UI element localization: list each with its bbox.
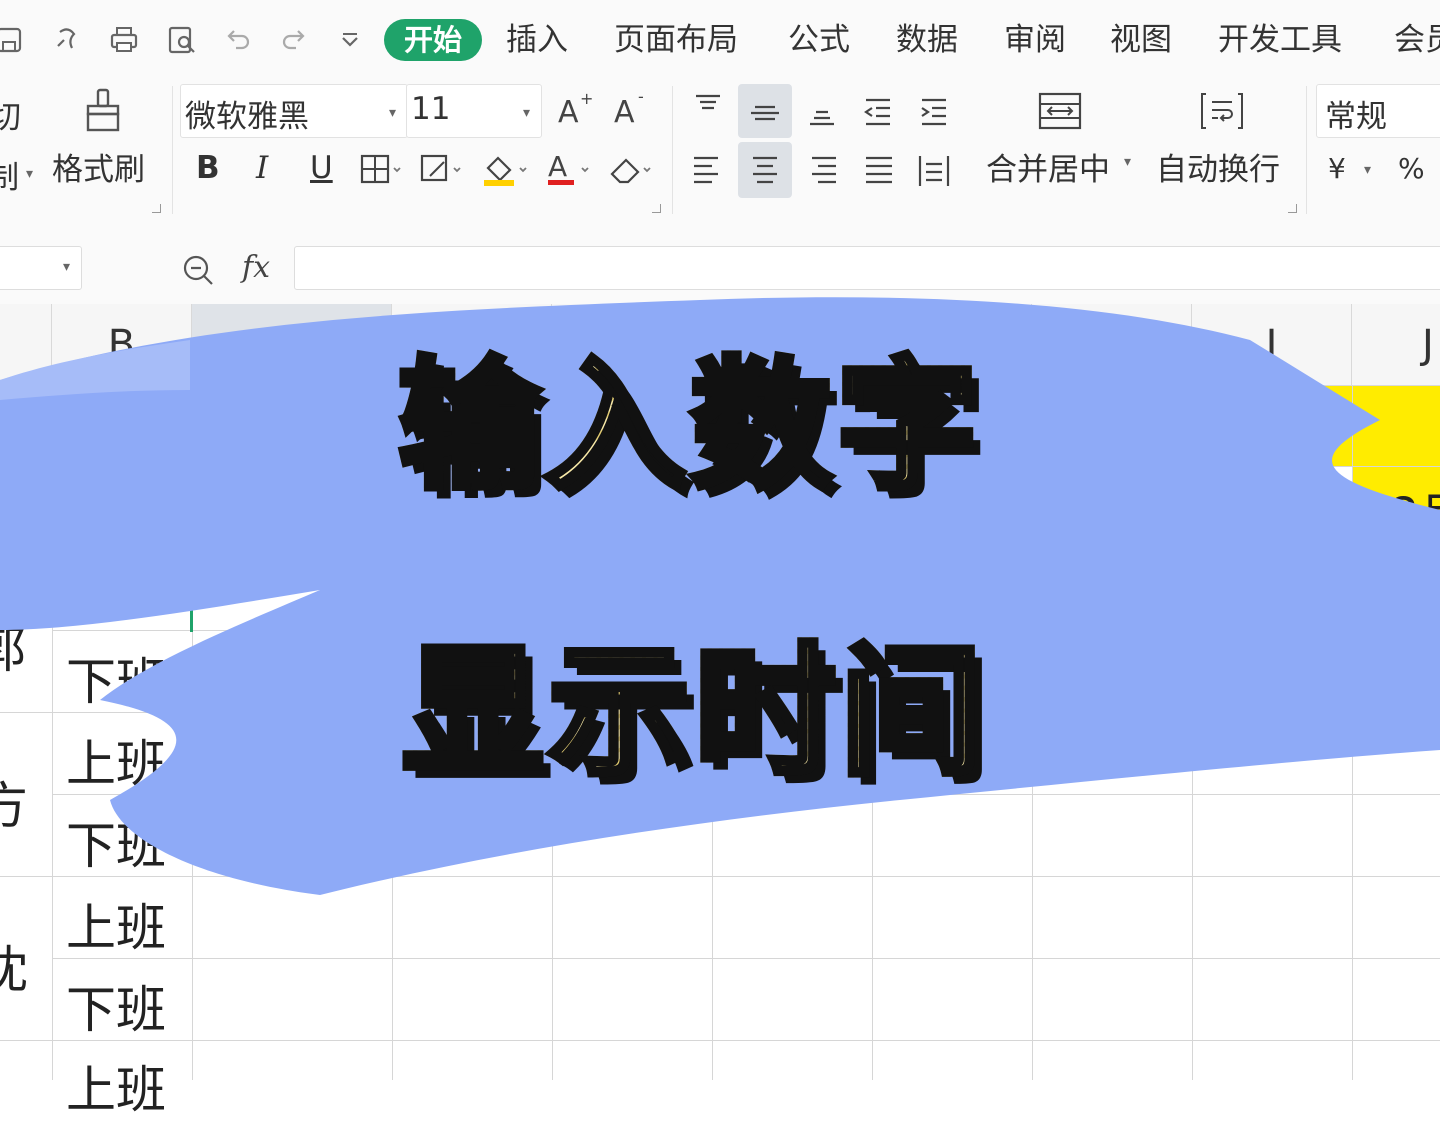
svg-text:A: A bbox=[558, 95, 579, 130]
overlay-title-line-2: 显示时间 bbox=[399, 596, 986, 802]
svg-text:-: - bbox=[638, 87, 644, 106]
undo-icon[interactable] bbox=[220, 22, 256, 58]
increase-indent-icon[interactable] bbox=[910, 86, 958, 134]
align-left-icon[interactable] bbox=[684, 146, 732, 194]
font-size-select[interactable]: 11 ▾ bbox=[406, 84, 542, 138]
group-separator bbox=[672, 86, 673, 214]
grid-line bbox=[52, 958, 1440, 959]
font-color-icon[interactable]: A bbox=[544, 146, 592, 194]
grid-line bbox=[0, 1040, 1440, 1041]
font-dialog-launcher[interactable] bbox=[652, 204, 661, 213]
svg-text:A: A bbox=[548, 150, 567, 183]
align-right-icon[interactable] bbox=[798, 146, 846, 194]
bold-button[interactable]: B bbox=[196, 150, 220, 186]
cut-button[interactable]: 切 bbox=[0, 92, 20, 137]
tab-review[interactable]: 审阅 bbox=[1004, 18, 1066, 62]
chevron-down-icon: ▾ bbox=[389, 105, 397, 121]
distributed-align-icon[interactable] bbox=[910, 146, 958, 194]
tab-page-layout[interactable]: 页面布局 bbox=[614, 18, 738, 62]
format-painter-button[interactable]: 格式刷 bbox=[52, 144, 145, 189]
customize-dropdown-icon[interactable] bbox=[332, 22, 368, 58]
increase-font-size-icon[interactable]: A + bbox=[550, 86, 598, 134]
ribbon: 切 制 ▾ 格式刷 微软雅黑 ▾ 11 ▾ A + A- B I U A 合并居… bbox=[0, 80, 1440, 223]
clear-format-icon[interactable] bbox=[606, 146, 654, 194]
number-format-select[interactable]: 常规 bbox=[1316, 84, 1440, 138]
chevron-down-icon: ▾ bbox=[523, 105, 531, 121]
tab-insert[interactable]: 插入 bbox=[506, 18, 568, 62]
fill-color-icon[interactable] bbox=[480, 146, 528, 194]
copy-dropdown-icon[interactable]: ▾ bbox=[26, 166, 33, 182]
redo-icon[interactable] bbox=[276, 22, 312, 58]
percent-button[interactable]: % bbox=[1398, 152, 1425, 185]
chevron-down-icon[interactable]: ▾ bbox=[1124, 154, 1131, 170]
tab-member[interactable]: 会员 bbox=[1394, 18, 1440, 62]
font-name-select[interactable]: 微软雅黑 ▾ bbox=[180, 84, 408, 138]
print-icon[interactable] bbox=[106, 22, 142, 58]
alignment-dialog-launcher[interactable] bbox=[1288, 204, 1297, 213]
format-painter-icon[interactable] bbox=[80, 86, 128, 134]
cell-style-icon[interactable] bbox=[416, 146, 464, 194]
wrap-text-icon[interactable] bbox=[1198, 88, 1246, 136]
tab-developer[interactable]: 开发工具 bbox=[1218, 18, 1342, 62]
justify-icon[interactable] bbox=[854, 146, 902, 194]
tab-start[interactable]: 开始 bbox=[384, 19, 482, 61]
wrap-text-button[interactable]: 自动换行 bbox=[1156, 144, 1280, 189]
copy-button[interactable]: 制 bbox=[0, 152, 18, 197]
name-cell-3[interactable]: 沈 bbox=[0, 930, 28, 1002]
italic-button[interactable]: I bbox=[256, 150, 268, 186]
number-format-value: 常规 bbox=[1325, 99, 1387, 135]
font-size-value: 11 bbox=[411, 91, 451, 127]
borders-icon[interactable] bbox=[356, 146, 404, 194]
decrease-indent-icon[interactable] bbox=[854, 86, 902, 134]
underline-button[interactable]: U bbox=[310, 150, 333, 186]
shift-cell[interactable]: 上班 bbox=[66, 1050, 166, 1122]
group-separator bbox=[1306, 86, 1307, 214]
align-center-icon[interactable] bbox=[738, 142, 792, 198]
align-middle-icon[interactable] bbox=[738, 84, 792, 138]
decrease-font-size-icon[interactable]: A- bbox=[606, 86, 654, 134]
shift-cell[interactable]: 下班 bbox=[66, 970, 166, 1042]
chevron-down-icon: ▾ bbox=[63, 259, 71, 275]
svg-text:A: A bbox=[614, 95, 635, 130]
align-top-icon[interactable] bbox=[684, 86, 732, 134]
save-icon[interactable] bbox=[0, 22, 28, 58]
currency-button[interactable]: ¥ bbox=[1328, 152, 1346, 185]
overlay-title-line-1: 输入数字 bbox=[395, 310, 982, 516]
publish-icon[interactable] bbox=[50, 22, 86, 58]
quick-access-toolbar: 开始 插入 页面布局 公式 数据 审阅 视图 开发工具 会员 bbox=[0, 0, 1440, 80]
align-bottom-icon[interactable] bbox=[798, 86, 846, 134]
chevron-down-icon[interactable]: ▾ bbox=[1364, 162, 1371, 178]
svg-text:+: + bbox=[580, 89, 593, 108]
merge-center-icon[interactable] bbox=[1036, 88, 1084, 136]
print-preview-icon[interactable] bbox=[164, 22, 200, 58]
clipboard-dialog-launcher[interactable] bbox=[152, 204, 161, 213]
font-name-value: 微软雅黑 bbox=[185, 99, 309, 135]
tab-data[interactable]: 数据 bbox=[896, 18, 958, 62]
tab-view[interactable]: 视图 bbox=[1110, 18, 1172, 62]
merge-center-button[interactable]: 合并居中 bbox=[986, 144, 1110, 189]
group-separator bbox=[172, 86, 173, 214]
tab-formula[interactable]: 公式 bbox=[788, 18, 850, 62]
